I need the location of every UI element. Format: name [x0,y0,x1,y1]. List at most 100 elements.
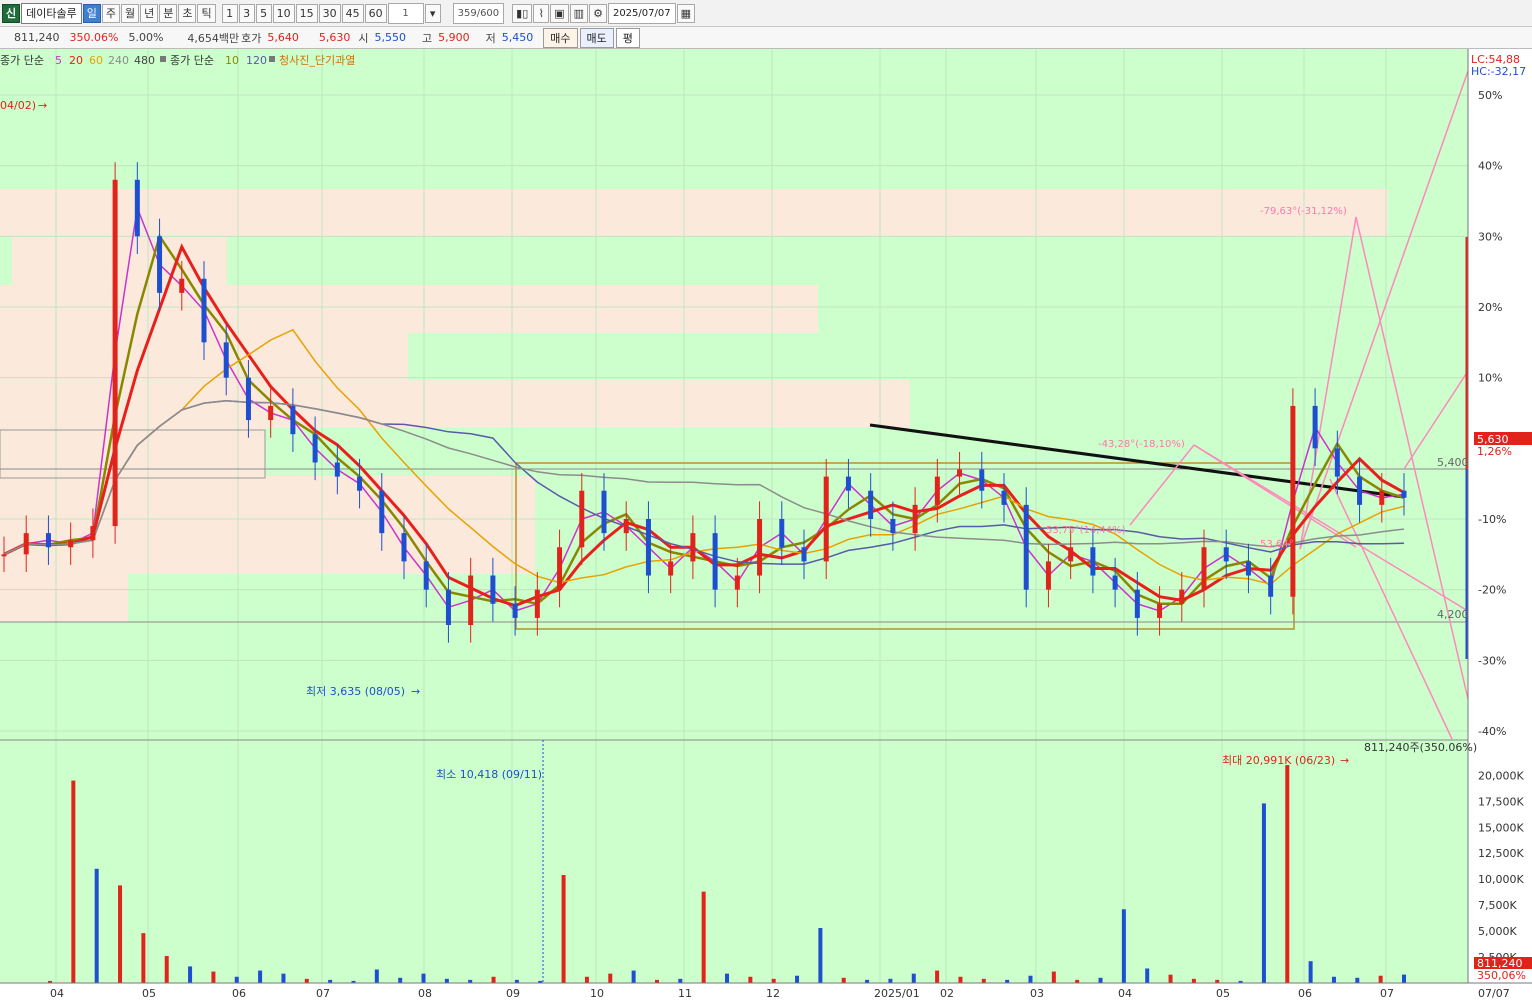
arrow-right-icon-2: → [411,685,420,698]
arrow-right-icon-3: → [1340,754,1349,767]
volume-bar-24 [608,973,613,983]
calendar-icon[interactable]: ▦ [676,3,695,23]
period-week-button[interactable]: 주 [101,3,120,23]
level-4200-label: 4,200 [1437,608,1469,621]
candle-body-0 [1,554,7,557]
candle-body-10 [223,342,229,378]
interval-3-button[interactable]: 3 [238,3,255,23]
candle-body-14 [312,434,318,463]
bar-chart-icon[interactable]: ▥ [569,3,589,23]
count-input[interactable]: 1 [387,2,424,24]
candle-body-61 [1357,476,1363,505]
volume-axis-tick-4: 10,000K [1478,873,1524,886]
price-tag-pct: 1,26% [1477,445,1512,458]
volume-bar-6 [188,966,193,983]
candle-body-48 [1068,547,1074,562]
candle-body-53 [1179,589,1185,604]
volume-bar-37 [911,973,916,983]
price-axis-tick-5: -10% [1478,513,1506,526]
ask-price: 5,640 [267,31,299,44]
interval-30-button[interactable]: 30 [318,3,341,23]
volume-bar-38 [935,970,940,983]
angle-label-3: 53,75°(14,44%) [1046,525,1126,536]
gear-icon[interactable]: ⚙ [589,3,607,23]
candle-body-5 [112,179,118,527]
date-axis-tick-12: 04 [1118,987,1132,1000]
candle-body-40 [890,519,896,534]
hc-label: HC:-32,17 [1471,65,1526,78]
stock-name-field[interactable]: 데이타솔루 [21,2,82,24]
candle-body-50 [1112,575,1118,590]
candle-body-20 [445,589,451,625]
interval-60-button[interactable]: 60 [364,3,387,23]
volume-bar-39 [958,976,963,983]
credit-badge: 신 [2,3,21,23]
period-minute-button[interactable]: 분 [159,3,178,23]
candle-body-18 [401,533,407,562]
candle-body-60 [1334,448,1340,477]
candle-body-15 [334,462,340,477]
period-tick-button[interactable]: 틱 [197,3,216,23]
volume-bar-33 [818,927,823,983]
high-price: 5,900 [438,31,470,44]
volume-bar-34 [841,977,846,983]
chevron-down-icon[interactable]: ▾ [424,3,441,23]
period-day-button[interactable]: 일 [82,3,101,23]
date-axis-tick-5: 09 [506,987,520,1000]
date-axis-tick-0: 04 [50,987,64,1000]
interval-5-button[interactable]: 5 [255,3,272,23]
candle-body-17 [379,490,385,534]
candle-body-38 [845,476,851,491]
candle-body-28 [623,519,629,534]
price-volume-chart[interactable]: 50% 40% 30% 20% 10% -10% -20% -30% -40% 20,000K 1… [0,49,1532,1002]
period-second-button[interactable]: 초 [178,3,197,23]
candle-body-46 [1023,504,1029,590]
candle-body-32 [712,533,718,590]
volume-bar-8 [234,976,239,983]
chart-area[interactable]: 50% 40% 30% 20% 10% -10% -20% -30% -40% 20,000K 1… [0,49,1532,1002]
candle-body-62 [1379,490,1385,505]
volume-axis-tick-6: 5,000K [1478,925,1517,938]
candle-body-29 [645,519,651,576]
last-date-label: 07/07 [1478,987,1510,1000]
high-label: 고 [422,31,433,45]
buy-button[interactable]: 매수 [543,27,578,48]
date-axis-tick-8: 12 [766,987,780,1000]
volume-bar-46 [1121,909,1126,983]
candle-body-37 [823,476,829,562]
sell-button[interactable]: 매도 [579,27,614,48]
date-field[interactable]: 2025/07/07 [607,2,676,24]
interval-10-button[interactable]: 10 [272,3,295,23]
candle-body-43 [957,469,963,477]
interval-45-button[interactable]: 45 [341,3,364,23]
date-axis-tick-3: 07 [316,987,330,1000]
view-range-field[interactable]: 359/600 [452,2,505,24]
period-year-button[interactable]: 년 [140,3,159,23]
chart-toolbar: 신 데이타솔루 일 주 월 년 분 초 틱 1 3 5 10 15 30 45 … [0,0,1532,27]
interval-1-button[interactable]: 1 [221,3,238,23]
zigzag-icon[interactable]: ⌇ [533,3,550,23]
volume-bar-31 [771,978,776,983]
candle-body-30 [668,561,674,576]
volume-axis-tick-3: 12,500K [1478,847,1524,860]
volume-bar-27 [678,978,683,983]
legend-indicator: 청사진_단기과열 [279,54,355,67]
interval-15-button[interactable]: 15 [295,3,318,23]
volume-bar-48 [1168,974,1173,983]
save-icon[interactable]: ▣ [550,3,569,23]
candle-body-51 [1134,589,1140,618]
period-month-button[interactable]: 월 [120,3,140,23]
average-button[interactable]: 평 [615,27,640,48]
zone-2 [0,285,818,333]
date-axis-tick-2: 06 [232,987,246,1000]
trend-lines [869,70,1469,740]
legend-ma480: 480 [134,54,155,67]
volume-bar-23 [584,976,589,983]
candle-body-13 [290,405,296,435]
vol-tag-pct: 350,06% [1477,969,1526,982]
candle-body-9 [201,278,207,343]
candle-body-19 [423,561,429,590]
volume-bar-58 [1402,974,1406,983]
volume-bar-43 [1051,971,1056,983]
candle-type-icon[interactable]: ▮▯ [512,3,533,23]
